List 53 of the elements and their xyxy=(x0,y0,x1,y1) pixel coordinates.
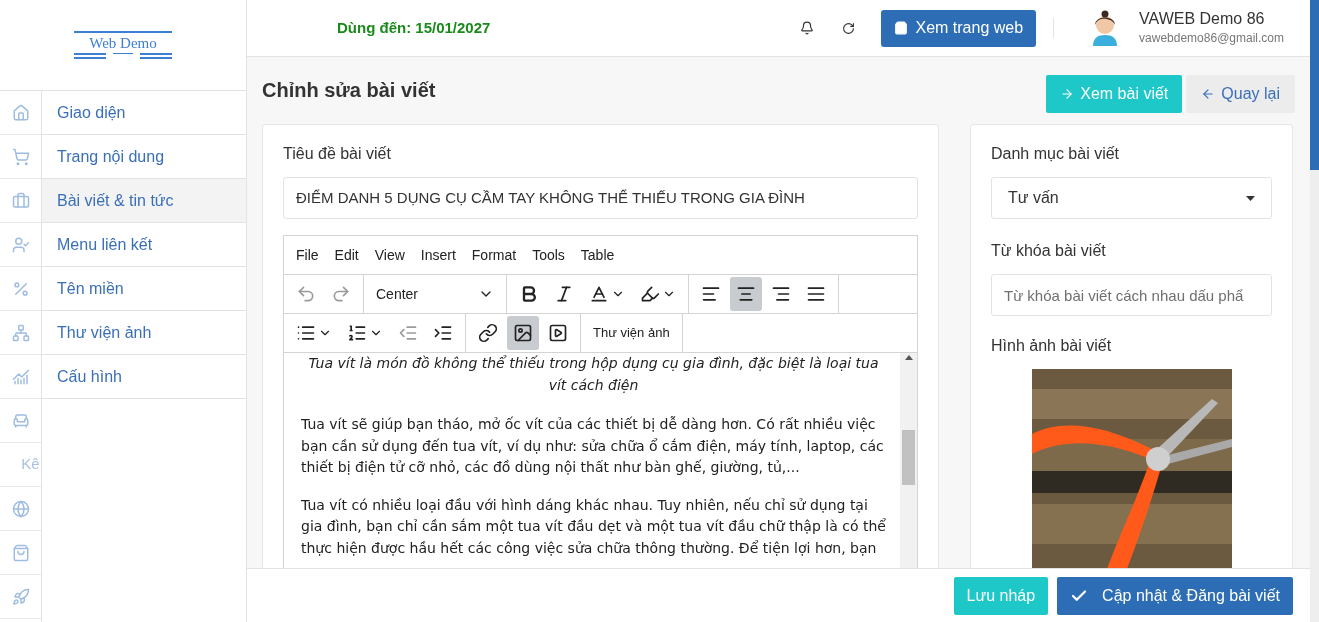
user-check-icon[interactable] xyxy=(11,235,30,254)
gallery-button[interactable]: Thư viện ảnh xyxy=(587,318,676,348)
undo-icon xyxy=(296,284,316,304)
menu-item[interactable]: Format xyxy=(465,244,523,266)
align-right-icon xyxy=(771,284,791,304)
logo[interactable]: Web Demo xyxy=(74,31,172,59)
field-label: Tiêu đề bài viết xyxy=(283,144,392,164)
scrollbar[interactable] xyxy=(1310,0,1319,622)
menu-item[interactable]: Insert xyxy=(414,244,462,266)
numbered-list-icon xyxy=(347,323,367,343)
menu-item[interactable]: Edit xyxy=(328,244,365,266)
paragraph: Tua vít sẽ giúp bạn tháo, mở ốc vít của các thiết bị dễ dàng hơn. Có rất nhiều việc bạn cần sử dụng đến tua vít, ví dụ như: sửa chữa ổ cắm điện, máy tính, laptop, các thiết bị điện tử cỡ nhỏ, các đồ dùng nội thất như bàn ghế, giường, tủ,... xyxy=(301,415,885,477)
image-icon xyxy=(513,323,533,343)
link-icon xyxy=(478,323,498,343)
bullet-list-icon xyxy=(296,323,316,343)
text-color-icon xyxy=(589,284,609,304)
align-center-icon xyxy=(736,284,756,304)
redo-icon xyxy=(331,284,351,304)
arrow-left-icon xyxy=(1201,87,1216,101)
title-field[interactable]: ĐIỂM DANH 5 DỤNG CỤ CẦM TAY KHÔNG THỂ THIẾU TRONG GIA ĐÌNH xyxy=(283,177,918,219)
page-title: Chỉnh sửa bài viết xyxy=(262,78,436,103)
bell-icon[interactable] xyxy=(800,21,815,35)
highlighter-icon xyxy=(640,284,660,304)
user-name: VAWEB Demo 86 xyxy=(1139,9,1266,29)
field-label: Danh mục bài viết xyxy=(991,144,1121,164)
view-site-button[interactable]: Xem trang web xyxy=(881,9,1037,47)
user-email: vawebdemo86@gmail.com xyxy=(1139,30,1284,47)
publish-button[interactable]: Cập nhật & Đăng bài viết xyxy=(1057,576,1293,615)
italic-icon xyxy=(554,284,574,304)
scrollbar[interactable] xyxy=(900,353,917,568)
category-select[interactable]: Tư vấn xyxy=(991,177,1272,219)
image-caption: Tua vít là món đồ không thể thiếu trong hộp dụng cụ gia đình, đặc biệt là loại tua vít cách điện xyxy=(307,354,880,395)
align-left-icon xyxy=(701,284,721,304)
justify-icon xyxy=(806,284,826,304)
menu-item[interactable]: File xyxy=(290,244,325,266)
keywords-field[interactable]: Từ khóa bài viết cách nhau dấu phẩ xyxy=(991,274,1272,316)
format-select[interactable]: Center xyxy=(370,279,500,309)
back-button[interactable]: Quay lại xyxy=(1186,75,1295,113)
sidebar-item[interactable]: Bài viết & tin tức xyxy=(42,179,246,223)
align-center-button[interactable] xyxy=(730,277,762,311)
play-icon xyxy=(548,323,568,343)
indent-icon xyxy=(433,323,453,343)
paragraph: Tua vít có nhiều loại đầu với hình dáng khác nhau. Tuy nhiên, nếu chỉ sử dụng tại gia đình, bạn chỉ cần sắm một tua vít đầu dẹt và một tua vít đầu chữ thập là có thể thực hiện được hầu hết các công việc sửa chữa thông thường. Để tiện lợi hơn, bạn xyxy=(301,495,886,558)
menu-item[interactable]: Tools xyxy=(526,244,571,266)
refresh-icon[interactable] xyxy=(842,21,856,35)
field-label: Hình ảnh bài viết xyxy=(991,336,1113,356)
field-label: Từ khóa bài viết xyxy=(991,241,1107,261)
menu-item[interactable]: Table xyxy=(574,244,621,266)
menu-item[interactable]: View xyxy=(368,244,411,266)
caret-icon xyxy=(1246,195,1255,201)
expiry-date: Dùng đến: 15/01/2027 xyxy=(337,17,491,38)
outdent-icon xyxy=(398,323,418,343)
image-button[interactable] xyxy=(507,316,539,350)
